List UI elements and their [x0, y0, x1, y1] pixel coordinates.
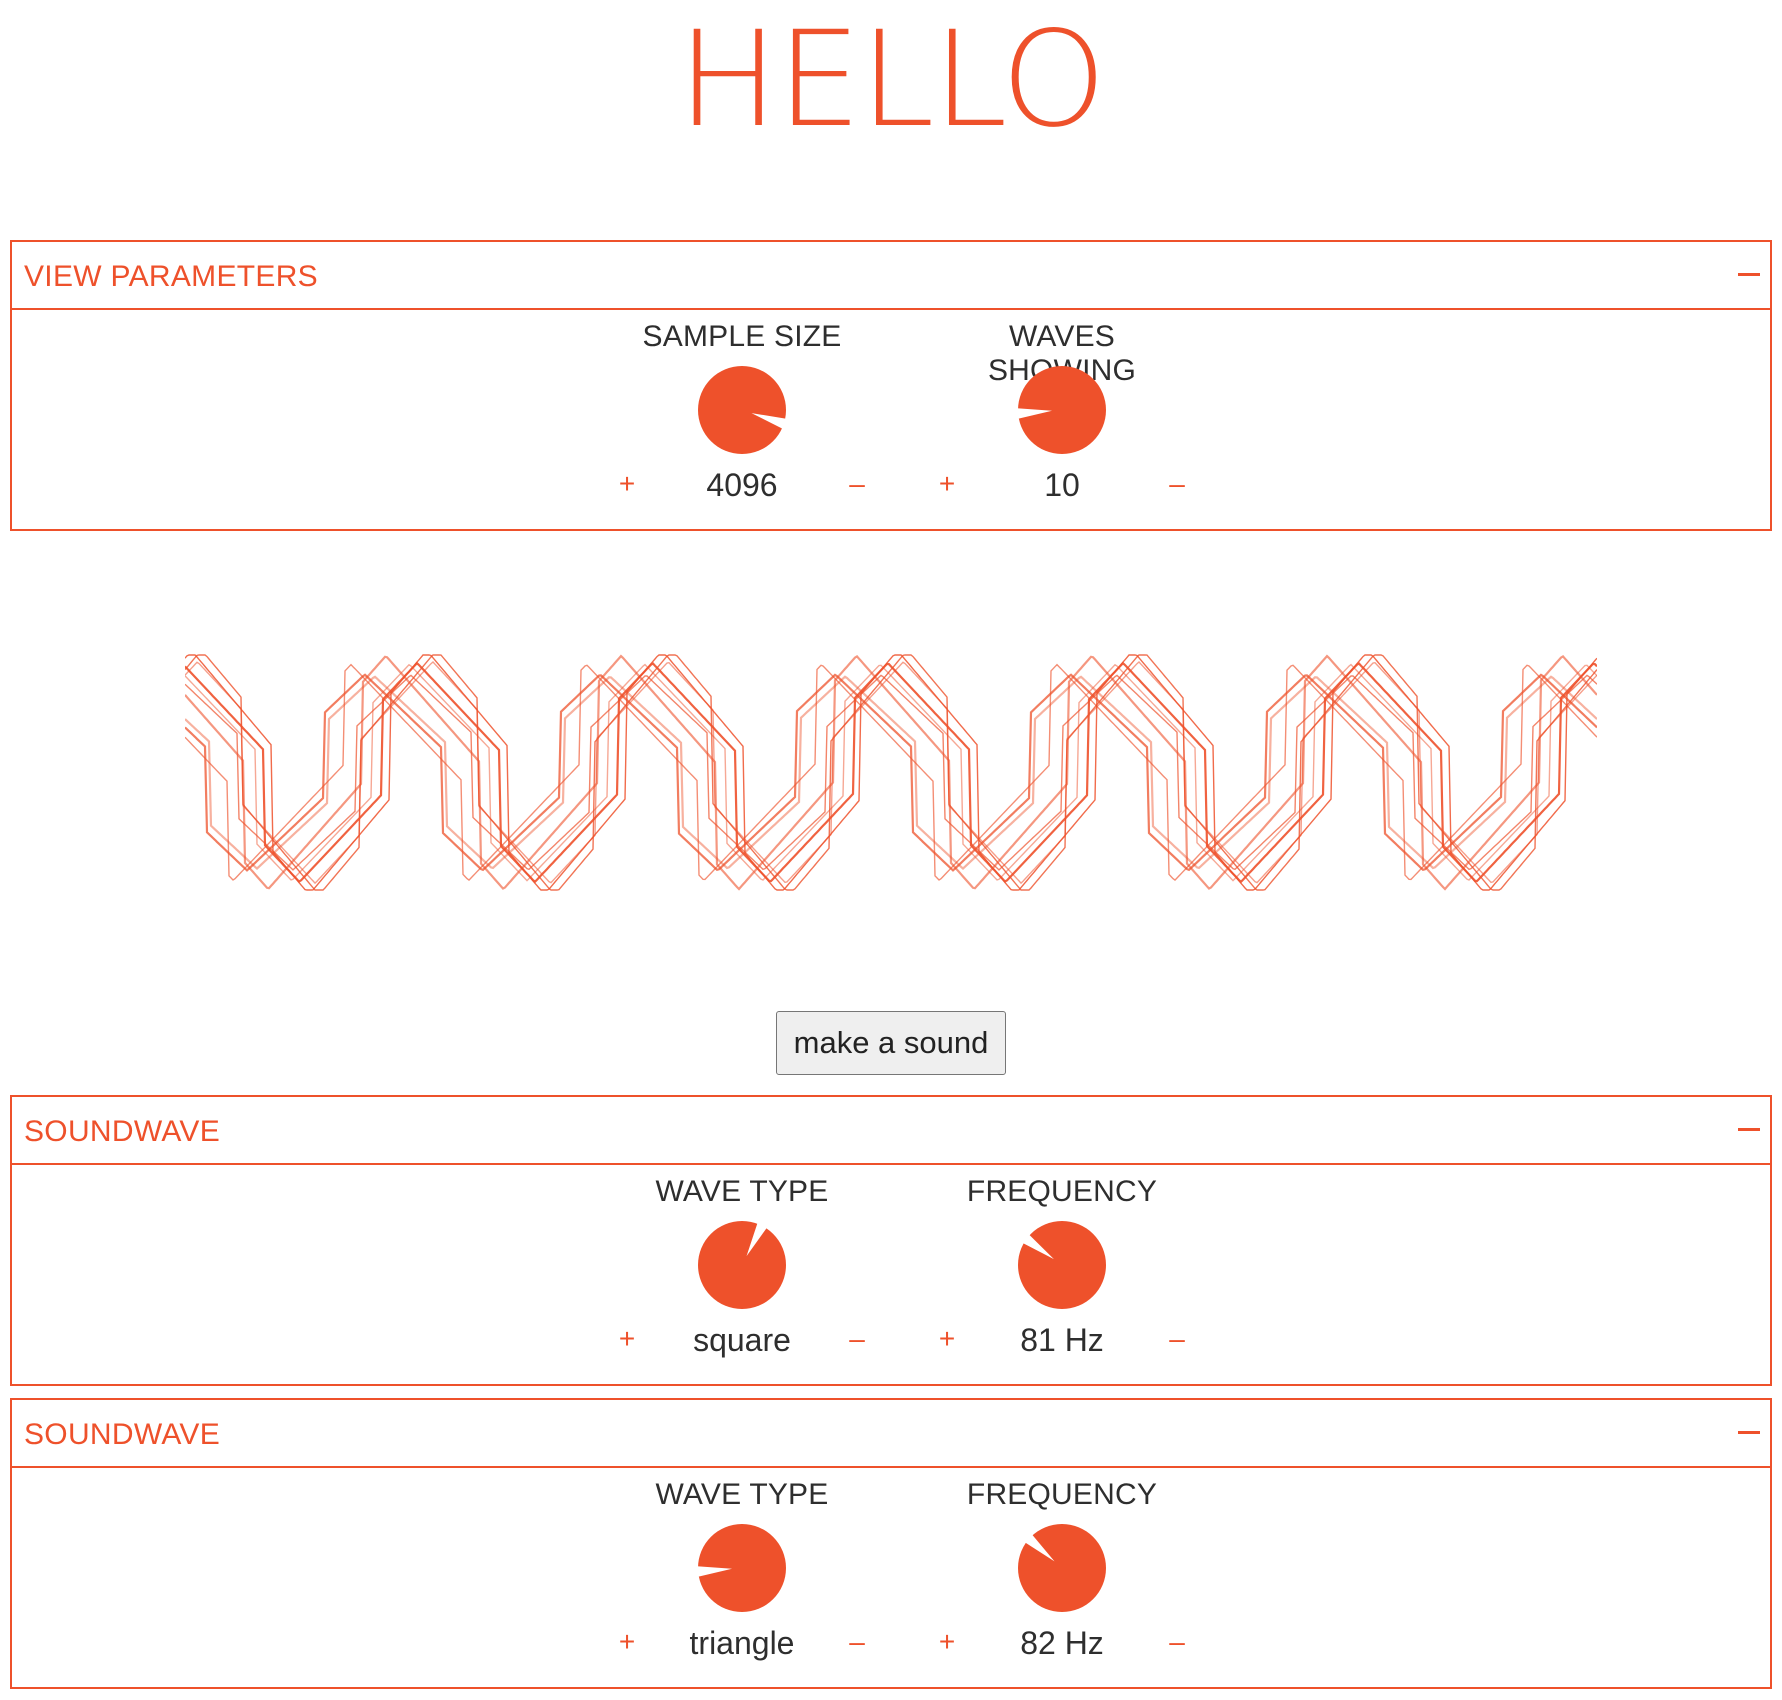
increase-button[interactable]: +	[612, 1626, 642, 1658]
knob-value: 81 Hz	[1020, 1322, 1104, 1358]
page-title: HELLO	[677, 3, 1106, 157]
waves-showing-control: WAVES SHOWING + 10 –	[932, 310, 1192, 530]
knob-dial[interactable]	[697, 365, 787, 455]
frequency-knob[interactable]	[1017, 1523, 1107, 1613]
make-a-sound-button[interactable]: make a sound	[776, 1011, 1006, 1075]
knob-dial[interactable]	[1017, 365, 1107, 455]
knob-value: square	[693, 1322, 791, 1358]
decrease-button[interactable]: –	[842, 1626, 872, 1658]
soundwave-panel-1: SOUNDWAVE WAVE TYPE + square – FREQUENCY…	[10, 1095, 1772, 1386]
knob-dial[interactable]	[697, 1220, 787, 1310]
panel-title: VIEW PARAMETERS	[24, 260, 318, 293]
frequency-control: FREQUENCY + 82 Hz –	[932, 1468, 1192, 1688]
knob-body	[698, 1221, 786, 1309]
sample-size-knob[interactable]	[697, 365, 787, 455]
wave-type-control: WAVE TYPE + square –	[612, 1165, 872, 1385]
increase-button[interactable]: +	[932, 468, 962, 500]
soundwave-panel-2: SOUNDWAVE WAVE TYPE + triangle – FREQUEN…	[10, 1398, 1772, 1689]
panel-header: VIEW PARAMETERS	[12, 242, 1770, 310]
minus-icon[interactable]	[1738, 1128, 1760, 1131]
waveform-plot	[184, 654, 1598, 891]
panel-title: SOUNDWAVE	[24, 1115, 221, 1148]
wave-type-knob[interactable]	[697, 1220, 787, 1310]
knob-dial[interactable]	[1017, 1523, 1107, 1613]
increase-button[interactable]: +	[932, 1626, 962, 1658]
wave-type-control: WAVE TYPE + triangle –	[612, 1468, 872, 1688]
panel-header: SOUNDWAVE	[12, 1400, 1770, 1468]
waves-showing-knob[interactable]	[1017, 365, 1107, 455]
waveform-canvas	[184, 650, 1598, 895]
decrease-button[interactable]: –	[1162, 468, 1192, 500]
knob-value: 82 Hz	[1020, 1625, 1104, 1661]
knob-label: WAVE TYPE	[655, 1175, 829, 1208]
wave-trace	[184, 673, 1598, 872]
sample-size-control: SAMPLE SIZE + 4096 –	[612, 310, 872, 530]
knob-value: 10	[1044, 467, 1080, 503]
decrease-button[interactable]: –	[842, 1323, 872, 1355]
knob-body	[1018, 1221, 1106, 1309]
knob-dial[interactable]	[697, 1523, 787, 1613]
knob-label: FREQUENCY	[966, 1478, 1158, 1511]
frequency-control: FREQUENCY + 81 Hz –	[932, 1165, 1192, 1385]
minus-icon[interactable]	[1738, 1431, 1760, 1434]
knob-label: SAMPLE SIZE	[642, 320, 842, 353]
minus-icon[interactable]	[1738, 273, 1760, 276]
increase-button[interactable]: +	[932, 1323, 962, 1355]
knob-body	[698, 366, 786, 454]
decrease-button[interactable]: –	[1162, 1626, 1192, 1658]
knob-label: FREQUENCY	[966, 1175, 1158, 1208]
panel-title: SOUNDWAVE	[24, 1418, 221, 1451]
wave-type-knob[interactable]	[697, 1523, 787, 1613]
increase-button[interactable]: +	[612, 1323, 642, 1355]
increase-button[interactable]: +	[612, 468, 642, 500]
view-parameters-panel: VIEW PARAMETERS SAMPLE SIZE + 4096 – WAV…	[10, 240, 1772, 531]
panel-header: SOUNDWAVE	[12, 1097, 1770, 1165]
knob-label: WAVE TYPE	[655, 1478, 829, 1511]
knob-value: triangle	[689, 1625, 795, 1661]
knob-dial[interactable]	[1017, 1220, 1107, 1310]
knob-value: 4096	[706, 467, 778, 503]
frequency-knob[interactable]	[1017, 1220, 1107, 1310]
decrease-button[interactable]: –	[842, 468, 872, 500]
decrease-button[interactable]: –	[1162, 1323, 1192, 1355]
